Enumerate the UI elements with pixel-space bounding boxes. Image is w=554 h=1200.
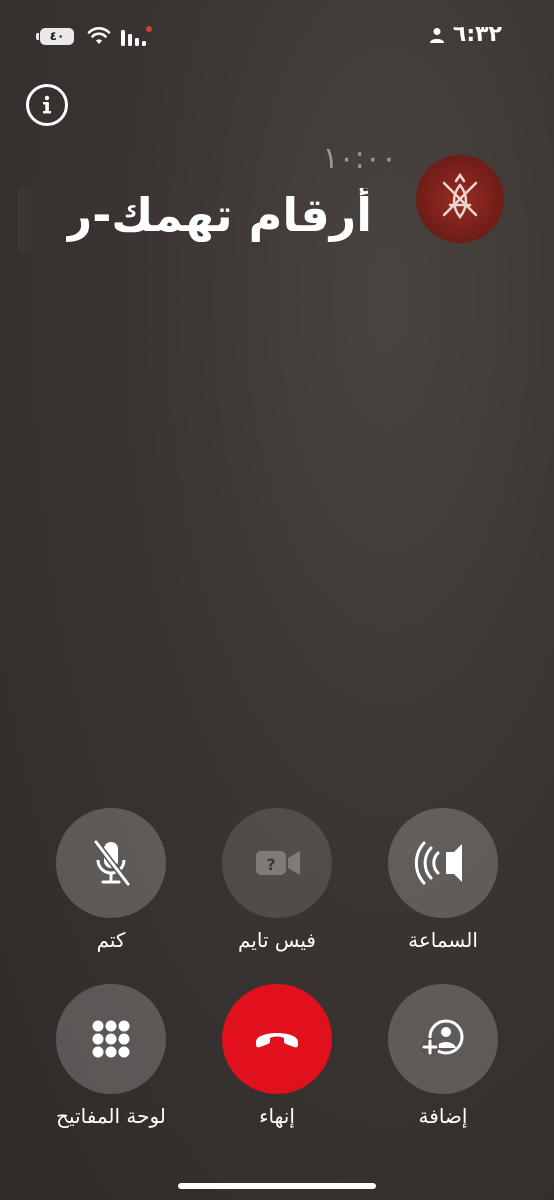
wifi-icon	[87, 27, 111, 44]
mute-label: كتم	[96, 928, 126, 952]
caller-avatar	[416, 155, 504, 243]
time-group: ٦:٣٢	[429, 22, 502, 47]
info-button[interactable]	[26, 84, 68, 126]
signal-icon	[121, 30, 146, 46]
keypad-icon	[92, 1020, 130, 1058]
keypad-button[interactable]	[56, 984, 166, 1094]
mute-button[interactable]	[56, 808, 166, 918]
recording-dot	[146, 26, 152, 32]
speaker-label: السماعة	[408, 928, 478, 952]
mute-icon	[93, 840, 131, 886]
name-fade	[18, 190, 63, 250]
facetime-icon: ?	[256, 851, 300, 875]
info-icon	[43, 95, 51, 114]
add-label: إضافة	[418, 1104, 468, 1128]
add-call-button[interactable]	[388, 984, 498, 1094]
speaker-button[interactable]	[388, 808, 498, 918]
home-indicator[interactable]	[178, 1183, 376, 1189]
end-label: إنهاء	[259, 1104, 295, 1128]
status-time: ٦:٣٢	[452, 22, 502, 47]
caller-name: أرقام تهمك-ر	[65, 188, 372, 242]
status-bar: ٤٠ ٦:٣٢	[0, 18, 554, 54]
battery-indicator: ٤٠	[36, 28, 74, 45]
add-call-icon	[421, 1019, 464, 1056]
end-call-icon	[256, 1033, 298, 1048]
end-call-button[interactable]	[222, 984, 332, 1094]
svg-text:?: ?	[266, 855, 275, 874]
facetime-button[interactable]: ?	[222, 808, 332, 918]
person-icon	[429, 27, 444, 43]
speaker-icon	[414, 841, 462, 885]
keypad-label: لوحة المفاتيح	[56, 1104, 166, 1128]
facetime-label: فيس تايم	[238, 928, 316, 952]
emblem-icon	[442, 172, 478, 220]
call-duration: ١٠:٠٠	[322, 141, 397, 176]
